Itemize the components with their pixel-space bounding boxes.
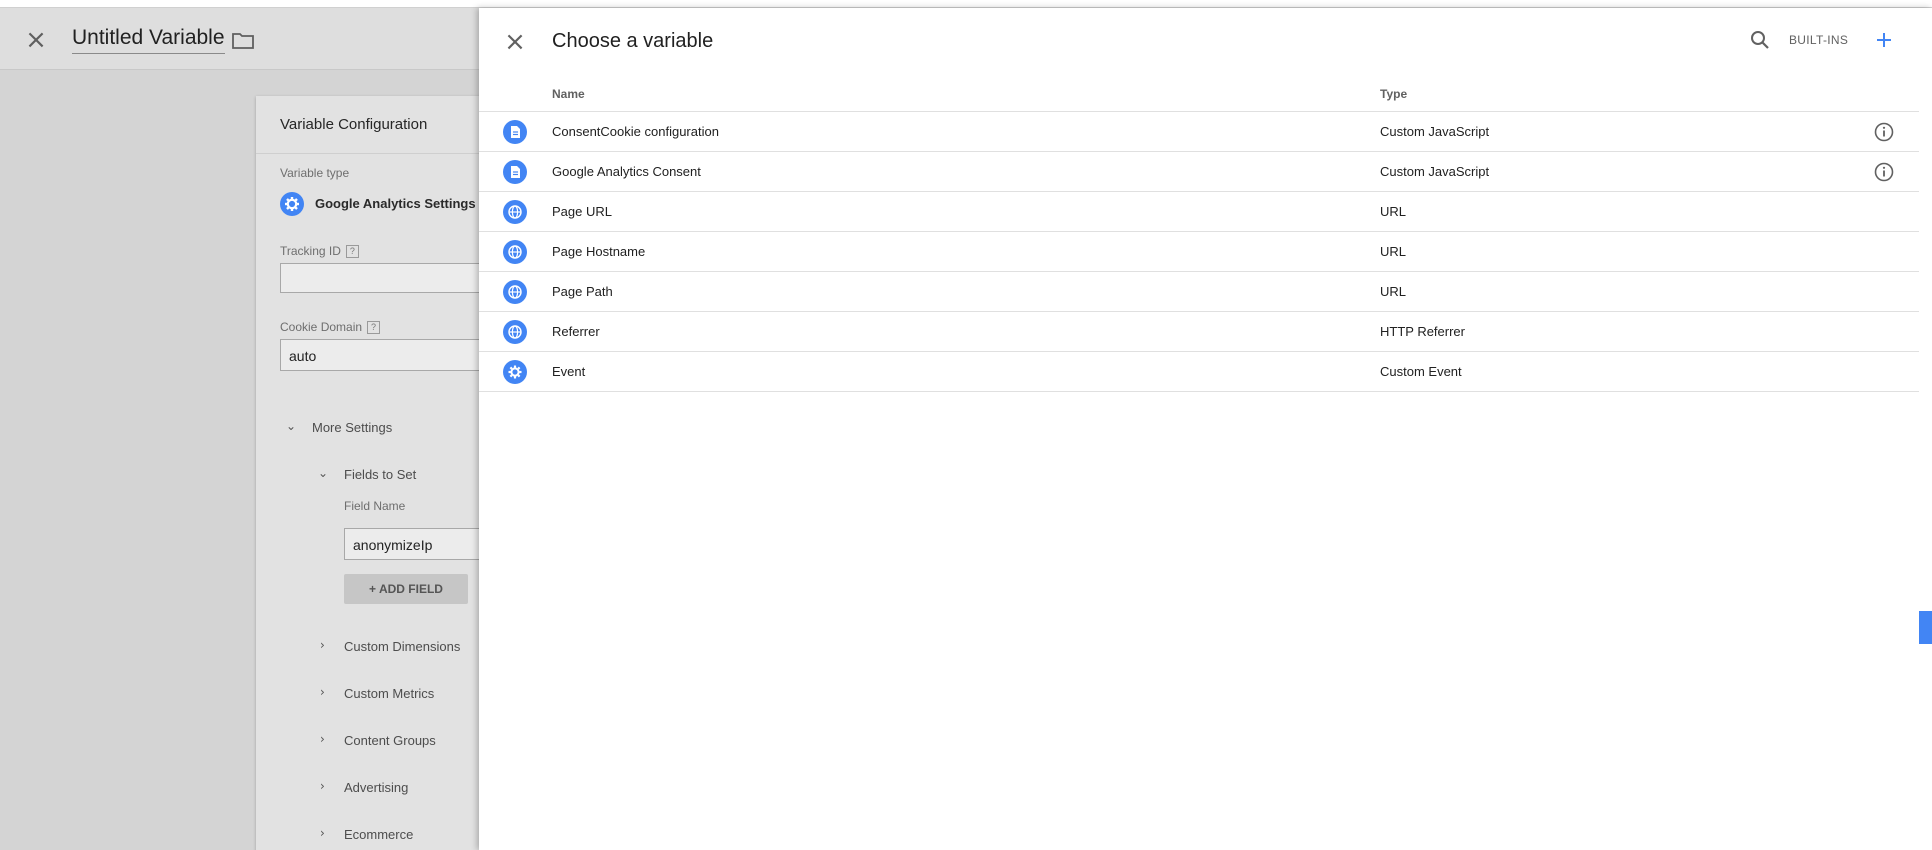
table-row[interactable]: ConsentCookie configuration Custom JavaSc… (479, 112, 1919, 152)
tracking-id-label-text: Tracking ID (280, 244, 341, 258)
info-icon[interactable] (1873, 121, 1895, 143)
variable-type: URL (1380, 204, 1407, 219)
cookie-domain-value: auto (289, 348, 317, 364)
variable-type: URL (1380, 284, 1407, 299)
column-header-name[interactable]: Name (552, 87, 585, 101)
variable-name: Event (552, 364, 586, 379)
help-icon[interactable]: ? (345, 245, 359, 258)
card-title: Variable Configuration (280, 116, 428, 133)
tracking-id-label: Tracking ID? (280, 244, 359, 258)
panel-title: Choose a variable (552, 30, 714, 52)
table-row[interactable]: Event Custom Event (479, 352, 1919, 392)
chevron-right-icon[interactable]: › (320, 732, 325, 746)
table-row[interactable]: Referrer HTTP Referrer (479, 312, 1919, 352)
chevron-down-icon[interactable]: ⌄ (286, 419, 296, 433)
variable-name: Google Analytics Consent (552, 164, 701, 179)
table-row[interactable]: Page Hostname URL (479, 232, 1919, 272)
chevron-down-icon[interactable]: ⌄ (318, 466, 328, 480)
table-row[interactable]: Google Analytics Consent Custom JavaScrip… (479, 152, 1919, 192)
more-settings-toggle[interactable]: More Settings (312, 420, 392, 435)
column-header-type[interactable]: Type (1380, 87, 1407, 101)
variable-title[interactable]: Untitled Variable (72, 26, 225, 54)
help-icon[interactable]: ? (367, 321, 381, 334)
close-icon[interactable]: × (503, 29, 527, 55)
variable-name: ConsentCookie configuration (552, 124, 719, 139)
add-icon[interactable] (1872, 28, 1896, 52)
variable-type-label: Variable type (280, 166, 350, 180)
fields-to-set-toggle[interactable]: Fields to Set (344, 467, 416, 482)
document-icon (503, 160, 527, 184)
field-name-label: Field Name (344, 499, 406, 513)
globe-icon (503, 200, 527, 224)
choose-variable-panel: × Choose a variable BUILT-INS Name Type … (479, 8, 1932, 850)
feedback-tab[interactable] (1919, 611, 1932, 644)
cookie-domain-label: Cookie Domain? (280, 320, 381, 334)
gear-icon (280, 192, 304, 216)
variable-type: HTTP Referrer (1380, 324, 1465, 339)
globe-icon (503, 320, 527, 344)
variable-name: Page Path (552, 284, 613, 299)
variable-type-value: Google Analytics Settings (315, 196, 476, 211)
cookie-domain-label-text: Cookie Domain (280, 320, 363, 334)
variables-table: Name Type ConsentCookie configuration Cus… (479, 76, 1919, 392)
variable-type: Custom Event (1380, 364, 1462, 379)
section-ecommerce[interactable]: Ecommerce (344, 827, 413, 842)
variable-type: URL (1380, 244, 1407, 259)
info-icon[interactable] (1873, 161, 1895, 183)
variable-name: Page Hostname (552, 244, 646, 259)
section-content-groups[interactable]: Content Groups (344, 733, 436, 748)
table-row[interactable]: Page URL URL (479, 192, 1919, 232)
close-icon[interactable]: × (24, 27, 48, 53)
table-header: Name Type (479, 76, 1919, 112)
section-advertising[interactable]: Advertising (344, 780, 408, 795)
browser-tab-strip (0, 0, 1932, 8)
chevron-right-icon[interactable]: › (320, 685, 325, 699)
search-icon[interactable] (1749, 29, 1771, 51)
folder-icon[interactable] (232, 31, 254, 49)
section-custom-dimensions[interactable]: Custom Dimensions (344, 639, 460, 654)
gear-icon (503, 360, 527, 384)
add-field-button[interactable]: + ADD FIELD (344, 574, 468, 604)
section-custom-metrics[interactable]: Custom Metrics (344, 686, 434, 701)
field-name-value: anonymizeIp (353, 537, 433, 553)
built-ins-button[interactable]: BUILT-INS (1789, 33, 1848, 47)
chevron-right-icon[interactable]: › (320, 779, 325, 793)
document-icon (503, 120, 527, 144)
variable-type: Custom JavaScript (1380, 164, 1490, 179)
variable-type: Custom JavaScript (1380, 124, 1490, 139)
chevron-right-icon[interactable]: › (320, 638, 325, 652)
variable-name: Referrer (552, 324, 600, 339)
table-row[interactable]: Page Path URL (479, 272, 1919, 312)
globe-icon (503, 240, 527, 264)
chevron-right-icon[interactable]: › (320, 826, 325, 840)
globe-icon (503, 280, 527, 304)
variable-name: Page URL (552, 204, 612, 219)
